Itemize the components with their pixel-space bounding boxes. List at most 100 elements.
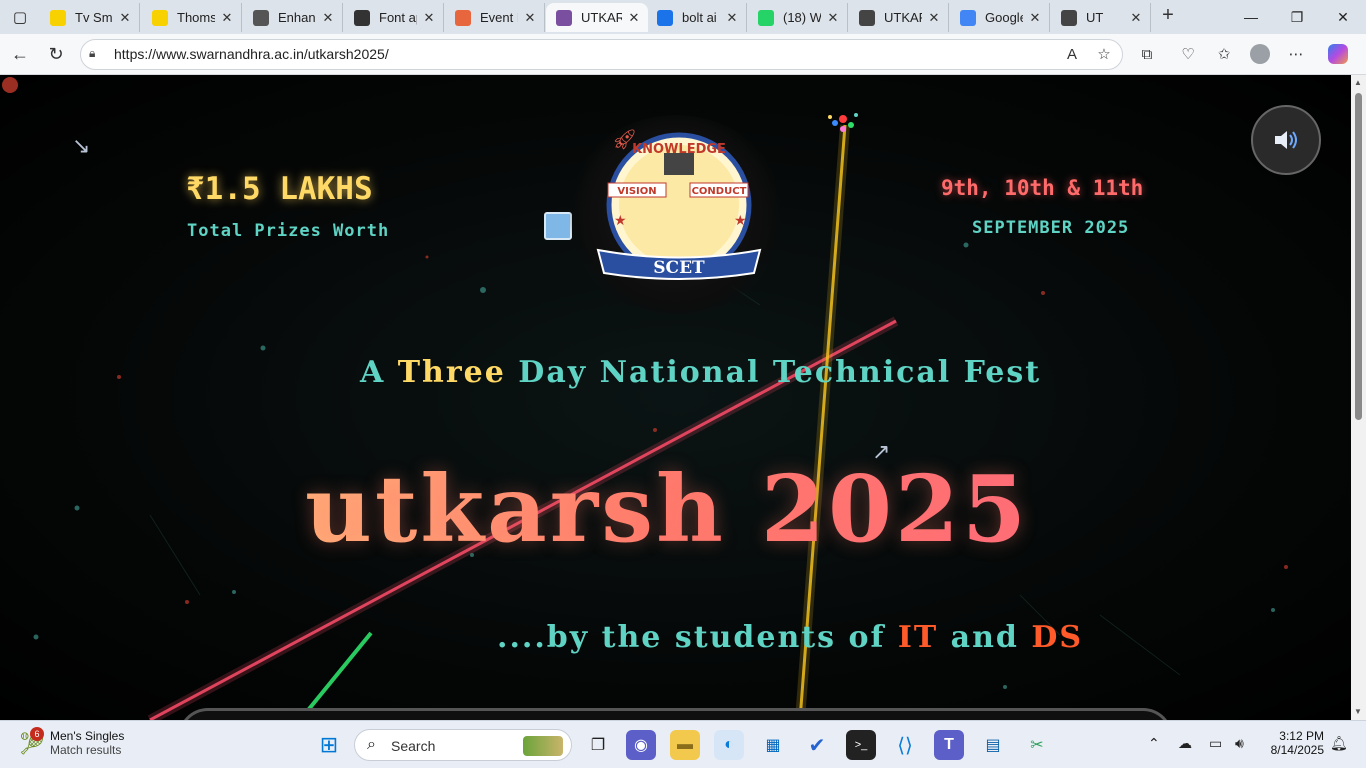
fest-dates: 9th, 10th & 11th (941, 176, 1144, 200)
file-explorer-icon[interactable]: ▬ (670, 730, 700, 760)
notifications-bell-icon[interactable]: 🔔︎ (1330, 735, 1348, 752)
new-tab-button[interactable]: + (1156, 4, 1180, 28)
system-clock[interactable]: 3:12 PM 8/14/2025 (1262, 729, 1324, 757)
organizers-and: and (938, 620, 1032, 655)
tab-favicon-icon (960, 9, 976, 26)
page-content: ↘ ↗ ₹1.5 LAKHS Total Prizes Worth 9th, 1… (0, 75, 1351, 720)
tab-10[interactable]: Google ✕ (950, 3, 1050, 32)
svg-text:★: ★ (614, 212, 627, 228)
start-menu-icon[interactable]: ⊞ (314, 730, 344, 760)
show-hidden-icons[interactable]: ⌃ (1148, 735, 1160, 752)
back-icon[interactable]: ← (8, 43, 32, 65)
tagline-prefix: A (360, 355, 398, 390)
vscode-icon[interactable]: ⟨⟩ (890, 730, 920, 760)
speaker-icon (1275, 131, 1297, 149)
tab-close-icon[interactable]: ✕ (825, 10, 841, 26)
network-status-icon[interactable]: ☁ (1178, 735, 1192, 752)
fest-month: SEPTEMBER 2025 (972, 218, 1130, 238)
tab-close-icon[interactable]: ✕ (724, 10, 740, 26)
tab-title: Thomson (177, 10, 215, 25)
tab-close-icon[interactable]: ✕ (926, 10, 942, 26)
tagline-highlight: Three (397, 355, 506, 390)
favorites-icon[interactable]: ✩ (1213, 44, 1235, 66)
taskbar-search[interactable]: ⌕ Search (354, 729, 572, 761)
tab-title: Font app (379, 10, 417, 25)
tab-favicon-icon (152, 9, 168, 26)
search-label: Search (391, 738, 436, 754)
green-firework-trail (298, 631, 373, 720)
vertical-scrollbar[interactable]: ▲ ▼ (1351, 75, 1366, 720)
todo-icon[interactable]: ✔ (802, 730, 832, 760)
terminal-icon[interactable]: >_ (846, 730, 876, 760)
logo-conduct: CONDUCT (692, 186, 747, 197)
site-info-icon[interactable]: 🔒︎ (89, 46, 103, 60)
tab-favicon-icon (253, 9, 269, 26)
tab-title: bolt ai - (682, 10, 720, 25)
tab-favicon-icon (1061, 9, 1077, 26)
snipping-tool-icon[interactable]: ✂ (1022, 730, 1052, 760)
tab-9[interactable]: UTKARS ✕ (849, 3, 949, 32)
clock-date: 8/14/2025 (1270, 743, 1324, 757)
tab-close-icon[interactable]: ✕ (1027, 10, 1043, 26)
url-text[interactable]: https://www.swarnandhra.ac.in/utkarsh202… (114, 46, 389, 62)
read-aloud-icon[interactable]: A (1061, 44, 1083, 66)
tab-5[interactable]: Event B ✕ (445, 3, 545, 32)
browser-essentials-icon[interactable]: ♡ (1177, 44, 1199, 66)
close-window-button[interactable]: ✕ (1320, 0, 1366, 34)
tab-close-icon[interactable]: ✕ (1128, 10, 1144, 26)
scroll-up-icon[interactable]: ▲ (1354, 78, 1362, 87)
tab-actions-icon[interactable]: ▢ (6, 4, 34, 30)
minimize-button[interactable]: — (1228, 0, 1274, 34)
tab-2[interactable]: Thomson ✕ (142, 3, 242, 32)
search-highlight-image (523, 736, 563, 756)
tab-close-icon[interactable]: ✕ (117, 10, 133, 26)
tab-favicon-icon (859, 9, 875, 26)
task-view-icon[interactable]: ❐ (583, 730, 613, 760)
extensions-icon[interactable]: ⧉ (1136, 44, 1158, 66)
tab-3[interactable]: Enhance ✕ (243, 3, 343, 32)
organizers-line: ....by the students of IT and DS (497, 620, 1083, 655)
tab-title: UTKARS (884, 10, 922, 25)
tab-favicon-icon (354, 9, 370, 26)
widget-text[interactable]: Men's Singles Match results (50, 729, 124, 757)
volume-icon[interactable]: 🔊︎ (1235, 735, 1244, 752)
tab-1[interactable]: Tv Smart ✕ (40, 3, 140, 32)
tab-close-icon[interactable]: ✕ (421, 10, 437, 26)
restore-button[interactable]: ❐ (1274, 0, 1320, 34)
tab-favicon-icon (50, 9, 66, 26)
widget-subtitle: Match results (50, 743, 122, 757)
teams-icon[interactable]: T (934, 730, 964, 760)
tab-7[interactable]: bolt ai - ✕ (647, 3, 747, 32)
sound-toggle-button[interactable] (1251, 105, 1321, 175)
tab-close-icon[interactable]: ✕ (320, 10, 336, 26)
tab-close-icon[interactable]: ✕ (219, 10, 235, 26)
dept-it: IT (897, 620, 939, 655)
fest-tagline: A Three Day National Technical Fest (360, 355, 1041, 390)
copilot-icon[interactable] (1327, 44, 1349, 66)
widget-title: Men's Singles (50, 729, 125, 743)
tab-close-icon[interactable]: ✕ (522, 10, 538, 26)
profile-avatar[interactable] (1249, 44, 1271, 66)
edge-browser-icon[interactable]: ◐ (714, 730, 744, 760)
favorite-star-icon[interactable]: ☆ (1093, 44, 1115, 66)
tab-11[interactable]: UT ✕ (1051, 3, 1151, 32)
tab-favicon-icon (758, 9, 774, 26)
tab-6[interactable]: UTKARSH ✕ (546, 3, 648, 32)
teams-meet-icon[interactable]: ◉ (626, 730, 656, 760)
prize-label: Total Prizes Worth (187, 221, 390, 241)
tab-close-icon[interactable]: ✕ (626, 10, 642, 26)
scroll-down-icon[interactable]: ▼ (1354, 707, 1362, 716)
svg-text:★: ★ (734, 212, 747, 228)
tab-title: (18) Wh (783, 10, 821, 25)
more-menu-icon[interactable]: ⋯ (1285, 44, 1307, 66)
microsoft-store-icon[interactable]: ▦ (758, 730, 788, 760)
scrollbar-thumb[interactable] (1355, 93, 1362, 420)
display-icon[interactable]: ▭ (1209, 735, 1222, 752)
tab-4[interactable]: Font app ✕ (344, 3, 444, 32)
content-card-top (178, 708, 1173, 720)
notepad-icon[interactable]: ▤ (978, 730, 1008, 760)
windows-taskbar: 🎾︎ 6 Men's Singles Match results ⊞ ⌕ Sea… (0, 720, 1366, 768)
rocket-icon: 🚀︎ (612, 129, 638, 151)
refresh-icon[interactable]: ↻ (44, 43, 68, 65)
tab-8[interactable]: (18) Wh ✕ (748, 3, 848, 32)
